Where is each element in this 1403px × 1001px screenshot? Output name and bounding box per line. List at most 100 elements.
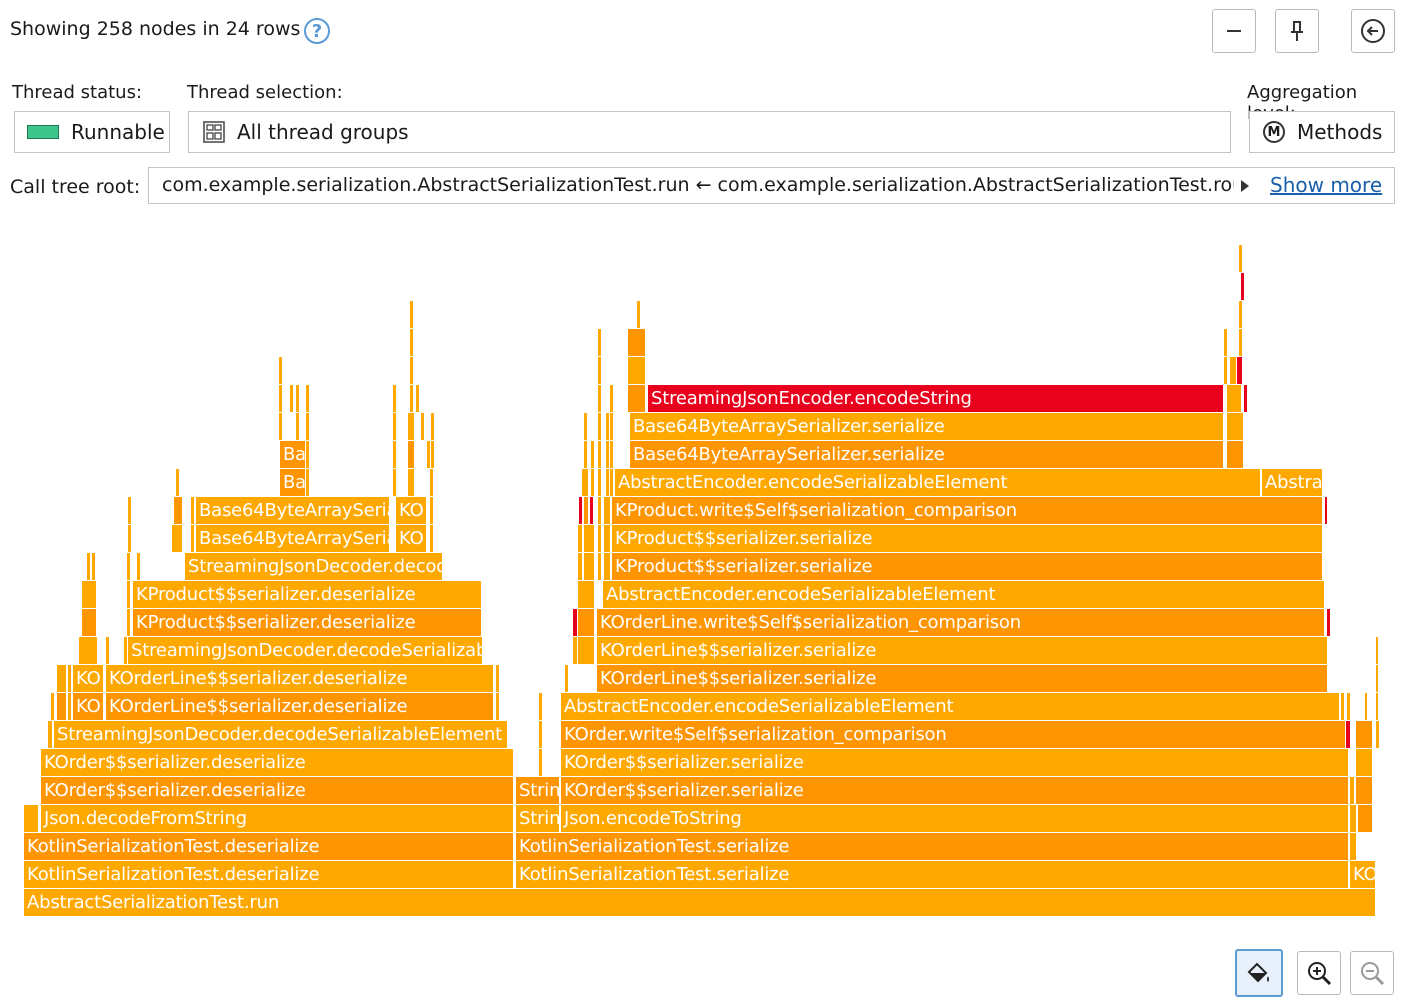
flame-frame[interactable]: KProduct$$serializer.deserialize [133, 581, 481, 608]
flame-frame-sliver[interactable] [106, 637, 109, 664]
flame-frame-sliver[interactable] [610, 469, 613, 496]
flame-frame-sliver[interactable] [496, 693, 499, 720]
flame-frame-sliver[interactable] [296, 413, 299, 440]
flame-frame-sliver[interactable] [539, 777, 542, 804]
flame-frame[interactable]: KO [396, 497, 426, 524]
flame-frame-sliver[interactable] [176, 469, 179, 496]
flame-frame-sliver[interactable] [51, 693, 54, 720]
flame-frame[interactable]: KOrder$$serializer.serialize [561, 749, 1348, 776]
flame-frame[interactable]: KOrderLine$$serializer.serialize [597, 637, 1327, 664]
flame-frame-sliver[interactable] [610, 385, 613, 412]
flame-frame[interactable]: KotlinSerializationTest.serialize [516, 833, 1348, 860]
flame-frame[interactable]: StreamingJsonDecoder.decodeSerializableE… [185, 553, 442, 580]
flame-frame[interactable]: KOrder$$serializer.serialize [561, 777, 1348, 804]
flame-frame[interactable]: KOrder.write$Self$serialization_comparis… [561, 721, 1345, 748]
flame-frame-sliver[interactable] [24, 805, 38, 832]
flame-frame-sliver[interactable] [628, 357, 645, 384]
expand-arrow-icon[interactable] [1239, 178, 1251, 194]
flame-frame-sliver[interactable] [1244, 385, 1247, 412]
flame-frame-sliver[interactable] [584, 497, 588, 524]
flame-frame-sliver[interactable] [598, 441, 601, 468]
zoom-in-button[interactable] [1297, 951, 1341, 995]
flame-frame[interactable]: AbstractEncoder.encodeSerializableElemen… [615, 469, 1260, 496]
thread-status-select[interactable]: Runnable [14, 111, 170, 153]
flame-frame-sliver[interactable] [1237, 357, 1242, 384]
flame-frame-sliver[interactable] [578, 525, 582, 552]
flame-frame-sliver[interactable] [87, 553, 90, 580]
flame-frame-sliver[interactable] [124, 637, 127, 664]
flame-frame-sliver[interactable] [1325, 497, 1327, 524]
flame-frame-sliver[interactable] [431, 441, 434, 468]
flame-frame-sliver[interactable] [57, 665, 66, 692]
flame-frame-sliver[interactable] [408, 413, 414, 440]
color-mode-button[interactable] [1235, 949, 1283, 997]
flame-frame[interactable]: KOrder$$serializer.deserialize [41, 749, 513, 776]
flame-frame-sliver[interactable] [57, 693, 66, 720]
flame-frame[interactable]: Base64ByteArraySerializer.deserialize [196, 497, 389, 524]
collapse-button[interactable] [1212, 9, 1256, 53]
flame-frame-sliver[interactable] [416, 385, 419, 412]
flame-frame-sliver[interactable] [128, 497, 131, 524]
flame-frame[interactable]: KO [1350, 861, 1375, 888]
flame-frame[interactable]: Ba [280, 441, 305, 468]
flame-frame-sliver[interactable] [578, 553, 582, 580]
flame-frame-sliver[interactable] [598, 413, 601, 440]
flame-frame[interactable]: KOrder$$serializer.deserialize [41, 777, 513, 804]
flame-frame-sliver[interactable] [606, 469, 609, 496]
flame-frame-sliver[interactable] [174, 497, 182, 524]
flame-frame-sliver[interactable] [410, 385, 413, 412]
flame-frame-sliver[interactable] [1224, 357, 1227, 384]
flame-frame-sliver[interactable] [1227, 413, 1243, 440]
flame-frame-sliver[interactable] [582, 469, 588, 496]
flame-frame-sliver[interactable] [584, 441, 587, 468]
flame-frame-sliver[interactable] [565, 665, 568, 692]
pin-button[interactable] [1275, 9, 1319, 53]
flame-frame-sliver[interactable] [430, 525, 433, 552]
flame-frame-sliver[interactable] [410, 357, 413, 384]
flame-frame-sliver[interactable] [127, 609, 130, 636]
flame-frame-sliver[interactable] [430, 497, 433, 524]
flame-frame-sliver[interactable] [610, 413, 613, 440]
flame-frame-sliver[interactable] [1241, 273, 1244, 300]
flame-frame-sliver[interactable] [578, 609, 594, 636]
flame-frame-sliver[interactable] [578, 637, 594, 664]
flame-frame-sliver[interactable] [591, 441, 594, 468]
flame-frame[interactable]: KotlinSerializationTest.deserialize [24, 861, 513, 888]
flame-frame-sliver[interactable] [573, 637, 577, 664]
flame-frame-sliver[interactable] [410, 329, 413, 356]
flame-frame-sliver[interactable] [610, 441, 613, 468]
thread-selection-select[interactable]: All thread groups [188, 111, 1231, 153]
flame-frame[interactable]: KProduct.write$Self$serialization_compar… [612, 497, 1322, 524]
flame-frame-sliver[interactable] [606, 441, 609, 468]
flame-frame-sliver[interactable] [279, 357, 282, 384]
flame-frame[interactable]: Base64ByteArraySerializer.deserialize [196, 525, 389, 552]
aggregation-level-select[interactable]: M Methods [1249, 111, 1395, 153]
flame-frame-sliver[interactable] [1350, 777, 1354, 804]
flame-frame[interactable]: KO [73, 693, 103, 720]
flame-frame-sliver[interactable] [539, 693, 542, 720]
flame-frame[interactable]: Abstra [1262, 469, 1322, 496]
flame-frame[interactable]: KO [396, 525, 426, 552]
flame-frame-sliver[interactable] [82, 609, 96, 636]
flame-frame-sliver[interactable] [431, 413, 434, 440]
back-button[interactable] [1351, 9, 1395, 53]
flame-frame-sliver[interactable] [306, 385, 309, 412]
flame-frame-sliver[interactable] [393, 469, 396, 496]
flame-frame[interactable]: KotlinSerializationTest.serialize [516, 861, 1348, 888]
flame-frame-sliver[interactable] [637, 301, 640, 328]
flame-frame[interactable]: Strin [516, 805, 559, 832]
flame-frame-sliver[interactable] [92, 553, 95, 580]
flame-frame-sliver[interactable] [598, 497, 601, 524]
flame-frame[interactable]: Json.encodeToString [561, 805, 1348, 832]
flame-frame-sliver[interactable] [82, 581, 96, 608]
flame-frame-sliver[interactable] [79, 637, 97, 664]
flame-frame-sliver[interactable] [1376, 637, 1378, 664]
flame-frame-sliver[interactable] [584, 553, 594, 580]
flame-frame-sliver[interactable] [598, 357, 601, 384]
flame-frame-sliver[interactable] [584, 525, 594, 552]
flame-frame-sliver[interactable] [579, 497, 582, 524]
flame-frame-sliver[interactable] [68, 693, 71, 720]
flame-frame[interactable]: KProduct$$serializer.serialize [612, 553, 1322, 580]
flame-frame-sliver[interactable] [1239, 329, 1242, 356]
flame-frame-sliver[interactable] [172, 525, 182, 552]
